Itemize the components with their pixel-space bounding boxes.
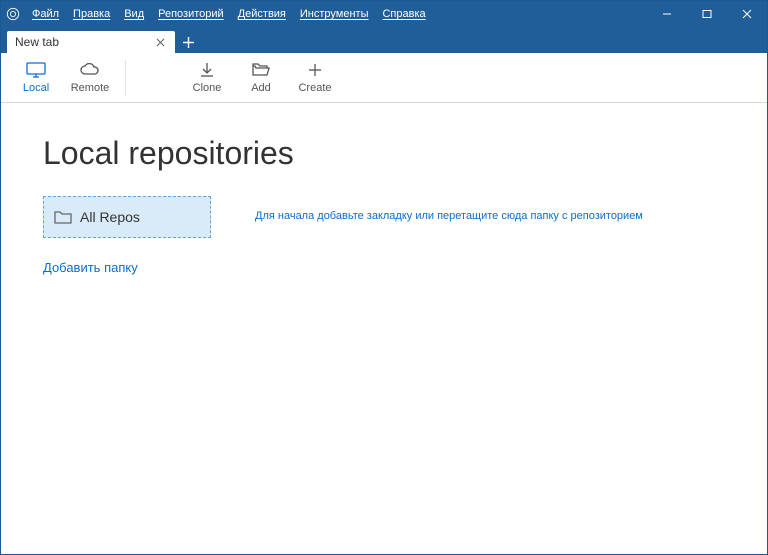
toolbar: Local Remote Clone Add Create: [1, 53, 767, 103]
content-row: All Repos Добавить папку Для начала доба…: [43, 196, 725, 275]
close-button[interactable]: [727, 1, 767, 27]
menu-help[interactable]: Справка: [375, 8, 432, 20]
cloud-icon: [80, 61, 100, 79]
toolbar-separator: [125, 60, 126, 96]
new-tab-button[interactable]: [175, 31, 201, 53]
menu-view[interactable]: Вид: [117, 8, 151, 20]
monitor-icon: [26, 61, 46, 79]
plus-icon: [305, 61, 325, 79]
toolbar-label: Add: [251, 82, 271, 94]
content-area: Local repositories All Repos Добавить па…: [1, 103, 767, 554]
minimize-button[interactable]: [647, 1, 687, 27]
tab-new[interactable]: New tab: [7, 31, 175, 53]
toolbar-label: Local: [23, 82, 49, 94]
add-folder-link[interactable]: Добавить папку: [43, 260, 211, 275]
menu-repository[interactable]: Репозиторий: [151, 8, 231, 20]
toolbar-clone[interactable]: Clone: [180, 53, 234, 103]
tab-label: New tab: [15, 35, 153, 49]
toolbar-create[interactable]: Create: [288, 53, 342, 103]
toolbar-local[interactable]: Local: [9, 53, 63, 103]
folder-list: All Repos Добавить папку: [43, 196, 211, 275]
menu-actions[interactable]: Действия: [231, 8, 293, 20]
tab-close-button[interactable]: [153, 35, 167, 49]
toolbar-label: Clone: [193, 82, 222, 94]
window-controls: [647, 1, 767, 27]
folder-icon: [54, 208, 72, 226]
menubar: Файл Правка Вид Репозиторий Действия Инс…: [25, 8, 433, 20]
drop-hint-text: Для начала добавьте закладку или перетащ…: [255, 196, 643, 222]
menu-tools[interactable]: Инструменты: [293, 8, 376, 20]
toolbar-remote[interactable]: Remote: [63, 53, 117, 103]
maximize-button[interactable]: [687, 1, 727, 27]
menu-file[interactable]: Файл: [25, 8, 66, 20]
folder-label: All Repos: [80, 209, 140, 225]
titlebar: Файл Правка Вид Репозиторий Действия Инс…: [1, 1, 767, 27]
tabbar: New tab: [1, 27, 767, 53]
page-title: Local repositories: [43, 135, 725, 172]
menu-edit[interactable]: Правка: [66, 8, 117, 20]
toolbar-add[interactable]: Add: [234, 53, 288, 103]
folder-all-repos[interactable]: All Repos: [43, 196, 211, 238]
toolbar-label: Create: [298, 82, 331, 94]
app-window: Файл Правка Вид Репозиторий Действия Инс…: [0, 0, 768, 555]
app-logo-icon: [1, 7, 25, 21]
download-icon: [197, 61, 217, 79]
toolbar-label: Remote: [71, 82, 110, 94]
folder-open-icon: [251, 61, 271, 79]
